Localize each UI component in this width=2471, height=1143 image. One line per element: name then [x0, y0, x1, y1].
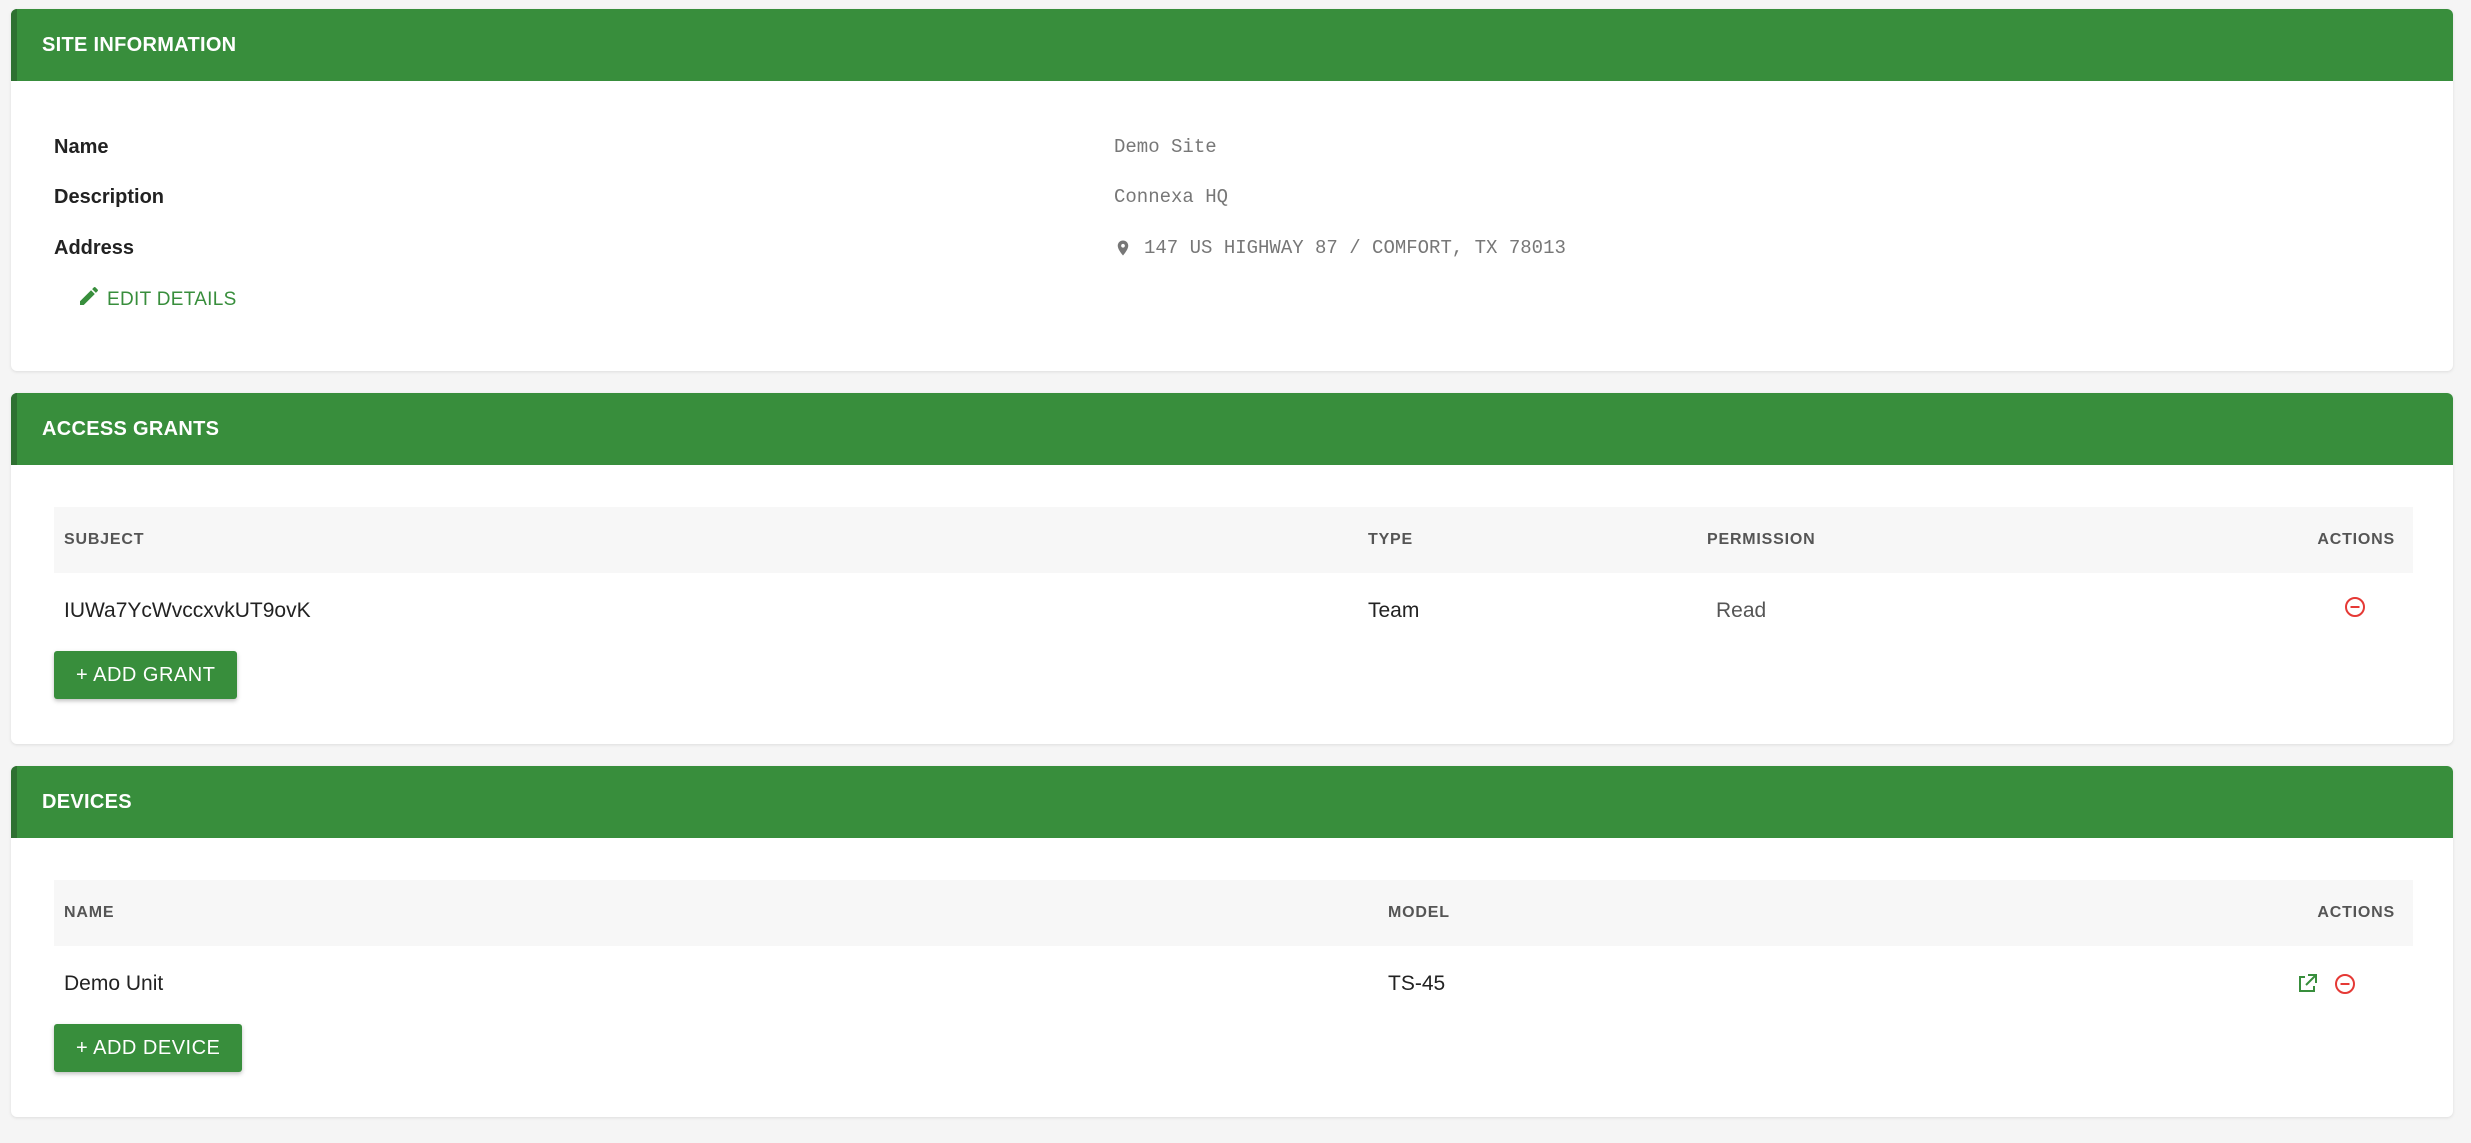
column-model[interactable]: MODEL: [1388, 904, 1450, 922]
open-external-icon[interactable]: [2295, 972, 2319, 996]
add-device-button[interactable]: + ADD DEVICE: [54, 1024, 243, 1072]
description-value: Connexa HQ: [1114, 186, 1229, 208]
pencil-icon: [80, 286, 99, 305]
address-label: Address: [54, 236, 135, 259]
access-grants-table-header: SUBJECT TYPE PERMISSION ACTIONS: [54, 507, 2413, 573]
map-pin-icon: [1117, 240, 1129, 256]
add-grant-button[interactable]: + ADD GRANT: [54, 651, 238, 699]
devices-header: DEVICES: [11, 766, 2453, 838]
column-permission[interactable]: PERMISSION: [1707, 531, 1815, 549]
column-name[interactable]: NAME: [64, 904, 114, 922]
grant-permission[interactable]: Read: [1716, 599, 1766, 623]
info-row-name: Name Demo Site: [54, 132, 2453, 162]
info-row-address: Address 147 US HIGHWAY 87 / COMFORT, TX …: [54, 233, 2453, 263]
grant-type: Team: [1368, 599, 1420, 622]
remove-circle-icon[interactable]: [2333, 972, 2357, 996]
site-detail-page: SITE INFORMATION Name Demo Site Descript…: [0, 0, 2471, 1143]
access-grants-header: ACCESS GRANTS: [11, 393, 2453, 465]
device-name: Demo Unit: [64, 972, 164, 995]
access-grants-card: ACCESS GRANTS SUBJECT TYPE PERMISSION AC…: [11, 393, 2453, 744]
devices-card: DEVICES NAME MODEL ACTIONS Demo Unit TS-…: [11, 766, 2453, 1117]
grant-subject: IUWa7YcWvccxvkUT9ovK: [64, 599, 311, 622]
column-actions: ACTIONS: [2317, 904, 2395, 921]
column-type[interactable]: TYPE: [1368, 531, 1413, 549]
description-label: Description: [54, 185, 165, 208]
address-text: 147 US HIGHWAY 87 / COMFORT, TX 78013: [1144, 237, 1566, 259]
column-subject[interactable]: SUBJECT: [64, 531, 144, 549]
name-label: Name: [54, 135, 109, 158]
remove-circle-icon[interactable]: [2343, 595, 2367, 619]
edit-details-button[interactable]: EDIT DETAILS: [77, 286, 237, 311]
info-row-description: Description Connexa HQ: [54, 182, 2453, 212]
table-row: IUWa7YcWvccxvkUT9ovK Team Read: [54, 573, 2413, 649]
site-information-header: SITE INFORMATION: [11, 9, 2453, 81]
access-grants-table: SUBJECT TYPE PERMISSION ACTIONS IUWa7YcW…: [54, 507, 2413, 649]
edit-details-label: EDIT DETAILS: [107, 289, 237, 310]
site-information-card: SITE INFORMATION Name Demo Site Descript…: [11, 9, 2453, 371]
column-actions: ACTIONS: [2317, 531, 2395, 548]
devices-table: NAME MODEL ACTIONS Demo Unit TS-45: [54, 880, 2413, 1022]
device-model: TS-45: [1388, 972, 1446, 995]
devices-table-header: NAME MODEL ACTIONS: [54, 880, 2413, 946]
address-value: 147 US HIGHWAY 87 / COMFORT, TX 78013: [1114, 237, 1566, 259]
name-value: Demo Site: [1114, 136, 1217, 158]
table-row: Demo Unit TS-45: [54, 946, 2413, 1022]
